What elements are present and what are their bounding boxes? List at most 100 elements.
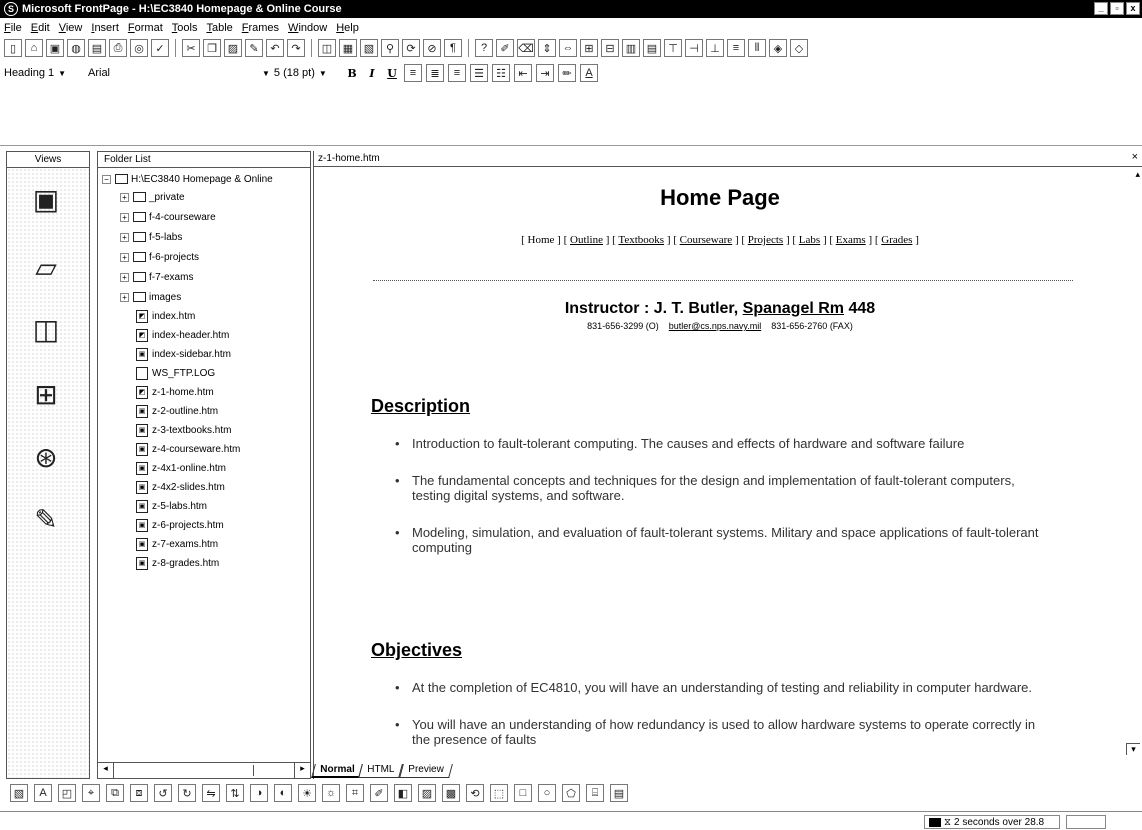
- expand-icon[interactable]: +: [120, 252, 129, 262]
- folder-list-icon[interactable]: ▤: [88, 39, 106, 57]
- align-center-icon[interactable]: ≣: [426, 64, 444, 82]
- insert-component-icon[interactable]: ◫: [318, 39, 336, 57]
- rectangle-hotspot-icon[interactable]: □: [514, 784, 532, 802]
- open-icon[interactable]: ⌂: [25, 39, 43, 57]
- insert-picture-icon[interactable]: ▧: [360, 39, 378, 57]
- distribute-columns-icon[interactable]: ⦀: [748, 39, 766, 57]
- print-icon[interactable]: ⎙: [109, 39, 127, 57]
- flip-vertical-icon[interactable]: ⇅: [226, 784, 244, 802]
- frontpage-app-icon[interactable]: S: [4, 2, 18, 16]
- menu-frames[interactable]: Frames: [242, 22, 279, 34]
- delete-cells-icon[interactable]: ⊟: [601, 39, 619, 57]
- decrease-indent-icon[interactable]: ⇤: [514, 64, 532, 82]
- tree-file[interactable]: ▣ z-4-courseware.htm: [136, 440, 240, 458]
- paste-icon[interactable]: ▨: [224, 39, 242, 57]
- black-white-icon[interactable]: ◧: [394, 784, 412, 802]
- show-all-icon[interactable]: ¶: [444, 39, 462, 57]
- menu-file[interactable]: File: [4, 22, 22, 34]
- tasks-view-icon[interactable]: ✎: [25, 498, 67, 540]
- tab-preview[interactable]: Preview: [398, 764, 453, 778]
- align-right-icon[interactable]: ≡: [448, 64, 466, 82]
- tree-file[interactable]: ▣ z-3-textbooks.htm: [136, 421, 231, 439]
- expand-icon[interactable]: +: [120, 272, 129, 282]
- tree-file[interactable]: ▣ z-5-labs.htm: [136, 497, 207, 515]
- nav-link-textbooks[interactable]: Textbooks: [618, 234, 664, 246]
- menu-tools[interactable]: Tools: [172, 22, 198, 34]
- align-left-icon[interactable]: ≡: [404, 64, 422, 82]
- scroll-thumb[interactable]: [198, 765, 254, 776]
- crop-icon[interactable]: ⌗: [346, 784, 364, 802]
- set-transparent-icon[interactable]: ✐: [370, 784, 388, 802]
- tree-folder[interactable]: + f-5-labs: [120, 228, 182, 246]
- print-preview-icon[interactable]: ◎: [130, 39, 148, 57]
- menu-table[interactable]: Table: [206, 22, 232, 34]
- nav-link-courseware[interactable]: Courseware: [680, 234, 733, 246]
- bullets-icon[interactable]: ☷: [492, 64, 510, 82]
- list-item[interactable]: Introduction to fault-tolerant computing…: [395, 436, 1045, 451]
- email-link[interactable]: butler@cs.nps.navy.mil: [669, 321, 762, 331]
- menu-insert[interactable]: Insert: [91, 22, 119, 34]
- objectives-heading[interactable]: Objectives: [371, 640, 462, 661]
- rotate-right-icon[interactable]: ↻: [178, 784, 196, 802]
- expand-icon[interactable]: +: [120, 232, 129, 242]
- tree-folder[interactable]: + f-7-exams: [120, 268, 193, 286]
- tab-normal[interactable]: Normal: [311, 764, 364, 778]
- menu-edit[interactable]: Edit: [31, 22, 50, 34]
- expand-icon[interactable]: +: [120, 192, 129, 202]
- tree-file[interactable]: ▣ z-4x2-slides.htm: [136, 478, 225, 496]
- less-contrast-icon[interactable]: ◐: [274, 784, 292, 802]
- insert-table-icon[interactable]: ▦: [339, 39, 357, 57]
- nav-home[interactable]: Home: [528, 234, 555, 246]
- save-icon[interactable]: ▣: [46, 39, 64, 57]
- fill-color-icon[interactable]: ◈: [769, 39, 787, 57]
- scroll-up-icon[interactable]: ▴: [1135, 169, 1140, 180]
- restore-icon[interactable]: ▤: [610, 784, 628, 802]
- tree-folder[interactable]: + _private: [120, 188, 185, 206]
- tree-file[interactable]: ▣ z-6-projects.htm: [136, 516, 224, 534]
- close-button[interactable]: x: [1126, 2, 1140, 15]
- tree-folder[interactable]: + f-6-projects: [120, 248, 199, 266]
- more-brightness-icon[interactable]: ☀: [298, 784, 316, 802]
- restore-button[interactable]: ▫: [1110, 2, 1124, 15]
- pencil-icon[interactable]: ✐: [496, 39, 514, 57]
- format-painter-icon[interactable]: ✎: [245, 39, 263, 57]
- rotate-left-icon[interactable]: ↺: [154, 784, 172, 802]
- stop-icon[interactable]: ⊘: [423, 39, 441, 57]
- tree-file[interactable]: ◩ index-header.htm: [136, 326, 229, 344]
- italic-button[interactable]: I: [364, 64, 380, 82]
- send-backward-icon[interactable]: ⧈: [130, 784, 148, 802]
- tree-folder[interactable]: + f-4-courseware: [120, 208, 216, 226]
- editor-vscrollbar[interactable]: ▴ ▾: [1126, 167, 1142, 759]
- more-contrast-icon[interactable]: ◑: [250, 784, 268, 802]
- page-view-icon[interactable]: ▣: [25, 178, 67, 220]
- collapse-icon[interactable]: −: [102, 174, 111, 184]
- cut-icon[interactable]: ✂: [182, 39, 200, 57]
- increase-indent-icon[interactable]: ⇥: [536, 64, 554, 82]
- scroll-down-icon[interactable]: ▾: [1126, 743, 1140, 755]
- underline-button[interactable]: U: [384, 64, 400, 82]
- folder-hscrollbar[interactable]: ◂ ▸: [98, 762, 310, 778]
- tree-file[interactable]: ▣ z-7-exams.htm: [136, 535, 218, 553]
- tree-file[interactable]: ◩ index.htm: [136, 307, 195, 325]
- hyperlinks-view-icon[interactable]: ⊛: [25, 436, 67, 478]
- wash-out-icon[interactable]: ▨: [418, 784, 436, 802]
- list-item[interactable]: Modeling, simulation, and evaluation of …: [395, 525, 1045, 555]
- tab-html[interactable]: HTML: [358, 764, 404, 778]
- bold-button[interactable]: B: [344, 64, 360, 82]
- tree-root[interactable]: − H:\EC3840 Homepage & Online: [102, 170, 273, 188]
- menu-help[interactable]: Help: [336, 22, 359, 34]
- center-vertically-icon[interactable]: ⊣: [685, 39, 703, 57]
- editor-tab-label[interactable]: z-1-home.htm: [318, 153, 380, 164]
- resample-icon[interactable]: ⟲: [466, 784, 484, 802]
- position-absolutely-icon[interactable]: ⌖: [82, 784, 100, 802]
- merge-cells-icon[interactable]: ▥: [622, 39, 640, 57]
- tree-folder[interactable]: + images: [120, 288, 181, 306]
- redo-icon[interactable]: ↷: [287, 39, 305, 57]
- nav-link-projects[interactable]: Projects: [748, 234, 783, 246]
- bring-forward-icon[interactable]: ⧉: [106, 784, 124, 802]
- spelling-icon[interactable]: ✓: [151, 39, 169, 57]
- less-brightness-icon[interactable]: ☼: [322, 784, 340, 802]
- list-item[interactable]: The fundamental concepts and techniques …: [395, 473, 1045, 503]
- refresh-icon[interactable]: ⟳: [402, 39, 420, 57]
- description-heading[interactable]: Description: [371, 396, 470, 417]
